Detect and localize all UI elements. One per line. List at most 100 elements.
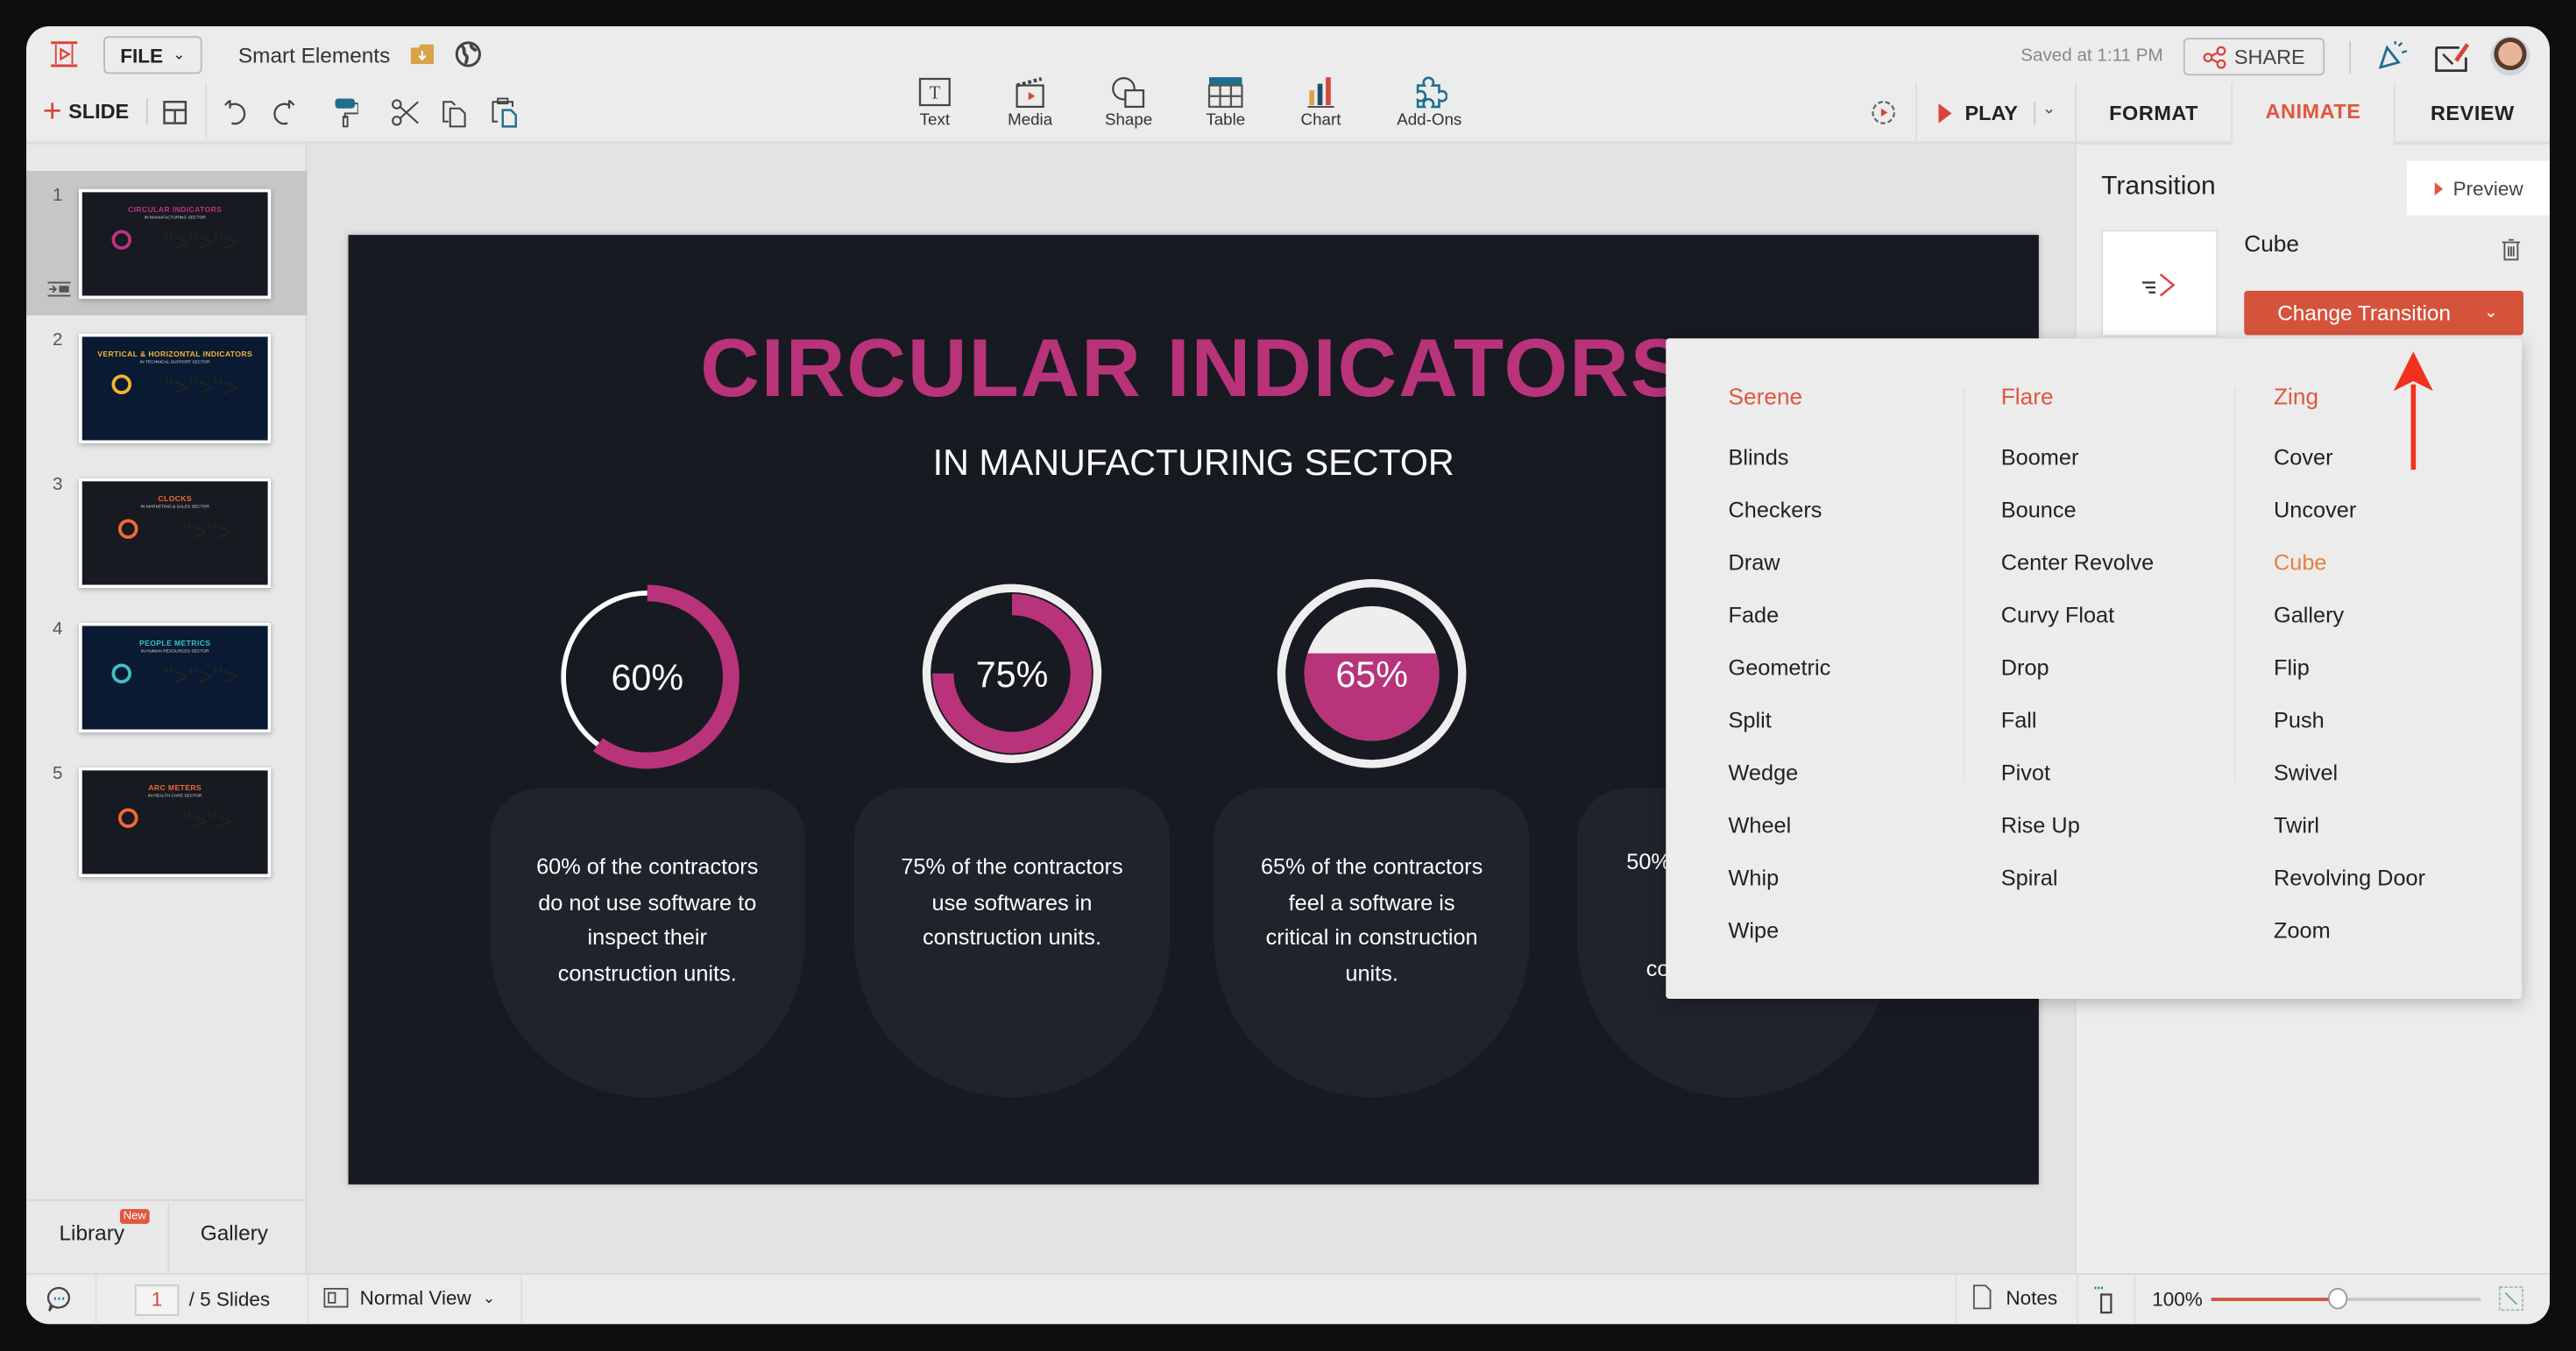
transition-option[interactable]: Gallery xyxy=(2274,603,2344,627)
indicator-value-label: 75% xyxy=(976,654,1049,695)
transition-option[interactable]: Split xyxy=(1729,708,1772,732)
insert-table-button[interactable]: Table xyxy=(1177,75,1276,130)
insert-shape-button[interactable]: Shape xyxy=(1079,75,1178,130)
thumbnail-title: ARC METERS xyxy=(148,783,202,792)
transition-option[interactable]: Revolving Door xyxy=(2274,866,2425,890)
slide-thumbnail[interactable]: PEOPLE METRICS IN HUMAN RESOURCES SECTOR… xyxy=(79,622,272,733)
divider xyxy=(1955,1275,1957,1325)
transition-option[interactable]: Wedge xyxy=(1729,760,1799,785)
slideshow-settings-icon[interactable] xyxy=(1870,99,1898,127)
transition-option[interactable]: Geometric xyxy=(1729,655,1831,680)
transition-option[interactable]: Bounce xyxy=(2001,498,2077,522)
indicator-description[interactable]: 60% of the contractors do not use softwar… xyxy=(490,849,805,990)
transition-option[interactable]: Checkers xyxy=(1729,498,1822,522)
transition-option[interactable]: Pivot xyxy=(2001,760,2050,785)
transition-option[interactable]: Fade xyxy=(1729,603,1780,627)
thumbnail-graphics: ">"> xyxy=(96,808,255,838)
divider xyxy=(2077,1275,2078,1325)
view-mode-dropdown[interactable]: Normal View ⌄ xyxy=(323,1286,495,1309)
thumbnail-subtitle: IN MANUFACTURING SECTOR xyxy=(144,215,206,221)
divider xyxy=(145,98,148,125)
transition-option[interactable]: Wheel xyxy=(1729,813,1792,838)
copy-icon[interactable] xyxy=(442,99,468,129)
share-button[interactable]: SHARE xyxy=(2183,38,2325,76)
paste-icon[interactable] xyxy=(492,97,518,129)
change-transition-button[interactable]: Change Transition ⌄ xyxy=(2244,290,2523,336)
fullscreen-icon[interactable] xyxy=(2498,1286,2523,1312)
layout-icon[interactable] xyxy=(163,100,188,124)
insert-addons-button[interactable]: Add-Ons xyxy=(1380,75,1479,130)
indicator-description[interactable]: 65% of the contractors feel a software is… xyxy=(1214,849,1530,990)
trash-icon[interactable] xyxy=(2502,238,2521,261)
add-slide-button[interactable]: + SLIDE xyxy=(43,95,129,129)
clapperboard-icon xyxy=(1016,77,1044,108)
divider xyxy=(2134,1275,2136,1325)
app-logo-icon[interactable] xyxy=(49,41,79,67)
transition-option[interactable]: Center Revolve xyxy=(2001,550,2154,575)
redo-icon[interactable] xyxy=(272,100,295,125)
transition-option[interactable]: Swivel xyxy=(2274,760,2338,785)
indicator-description-fragment[interactable]: 50% xyxy=(1626,849,1671,874)
tab-format[interactable]: FORMAT xyxy=(2075,81,2231,145)
slide-thumbnail[interactable]: CLOCKS IN MARKETING & SALES SECTOR ">"> xyxy=(79,477,272,589)
insert-label: Table xyxy=(1206,111,1246,131)
transition-option[interactable]: Cover xyxy=(2274,445,2333,470)
user-avatar[interactable] xyxy=(2490,36,2530,76)
thumbnail-subtitle: IN HEALTH CARE SECTOR xyxy=(147,793,202,799)
transition-option[interactable]: Zoom xyxy=(2274,918,2331,943)
insert-label: Add-Ons xyxy=(1397,111,1462,131)
transition-option[interactable]: Blinds xyxy=(1729,445,1789,470)
transition-option[interactable]: Fall xyxy=(2001,708,2037,732)
zoom-slider-handle[interactable] xyxy=(2328,1288,2348,1310)
gallery-tab[interactable]: Gallery xyxy=(201,1220,268,1245)
transition-thumbnail[interactable] xyxy=(2101,230,2219,337)
cut-icon[interactable] xyxy=(391,99,421,127)
indicator-description[interactable]: 75% of the contractors use softwares in co… xyxy=(854,849,1170,955)
library-tab[interactable]: Library xyxy=(60,1220,125,1245)
slide-thumbnail[interactable]: ARC METERS IN HEALTH CARE SECTOR ">"> xyxy=(79,767,272,878)
transition-option[interactable]: Curvy Float xyxy=(2001,603,2114,627)
page-number-input[interactable]: 1 xyxy=(134,1284,180,1316)
transition-option[interactable]: Rise Up xyxy=(2001,813,2080,838)
play-label: PLAY xyxy=(1964,102,2018,125)
transition-option[interactable]: Whip xyxy=(1729,866,1780,890)
transition-option[interactable]: Draw xyxy=(1729,550,1780,575)
transition-option[interactable]: Spiral xyxy=(2001,866,2058,890)
zoom-slider-fill xyxy=(2211,1298,2339,1301)
slide-thumbnail[interactable]: VERTICAL & HORIZONTAL INDICATORS IN TECH… xyxy=(79,333,272,444)
transition-option[interactable]: Cube xyxy=(2274,550,2327,575)
play-button[interactable]: PLAY xyxy=(1938,102,2018,125)
folder-icon[interactable] xyxy=(410,44,434,65)
file-menu-button[interactable]: FILE ⌄ xyxy=(103,36,202,74)
play-options-chevron-icon[interactable]: ⌄ xyxy=(2042,100,2056,118)
transition-group-header: Serene xyxy=(1728,382,1803,409)
insert-label: Media xyxy=(1008,111,1053,131)
format-painter-icon[interactable] xyxy=(335,98,358,129)
insert-media-button[interactable]: Media xyxy=(980,75,1079,130)
notes-button[interactable]: Notes xyxy=(1972,1284,2057,1310)
insert-chart-button[interactable]: Chart xyxy=(1271,75,1370,130)
transition-option[interactable]: Drop xyxy=(2001,655,2049,680)
zoom-slider[interactable] xyxy=(2211,1288,2481,1310)
tab-review[interactable]: REVIEW xyxy=(2393,81,2550,145)
comments-icon[interactable] xyxy=(46,1286,73,1312)
slide-thumbnail[interactable]: CIRCULAR INDICATORS IN MANUFACTURING SEC… xyxy=(79,188,272,300)
transition-option[interactable]: Uncover xyxy=(2274,498,2356,522)
insert-text-button[interactable]: T Text xyxy=(886,75,985,130)
transition-option[interactable]: Twirl xyxy=(2274,813,2319,838)
play-icon xyxy=(2435,181,2444,195)
thumbnail-subtitle: IN TECHNICAL SUPPORT SECTOR xyxy=(139,359,210,365)
transition-option[interactable]: Boomer xyxy=(2001,445,2079,470)
feedback-icon[interactable] xyxy=(2435,41,2471,74)
announcement-icon[interactable] xyxy=(2375,40,2409,74)
fit-slide-icon[interactable] xyxy=(2093,1286,2120,1314)
document-title[interactable]: Smart Elements xyxy=(238,43,390,67)
transition-option[interactable]: Flip xyxy=(2274,655,2310,680)
preview-button[interactable]: Preview xyxy=(2406,160,2550,216)
transition-option[interactable]: Wipe xyxy=(1729,918,1780,943)
transition-effect-icon xyxy=(2142,273,2176,297)
tab-animate[interactable]: ANIMATE xyxy=(2231,81,2394,145)
undo-icon[interactable] xyxy=(223,100,246,125)
transition-option[interactable]: Push xyxy=(2274,708,2325,732)
globe-icon[interactable] xyxy=(455,41,481,67)
